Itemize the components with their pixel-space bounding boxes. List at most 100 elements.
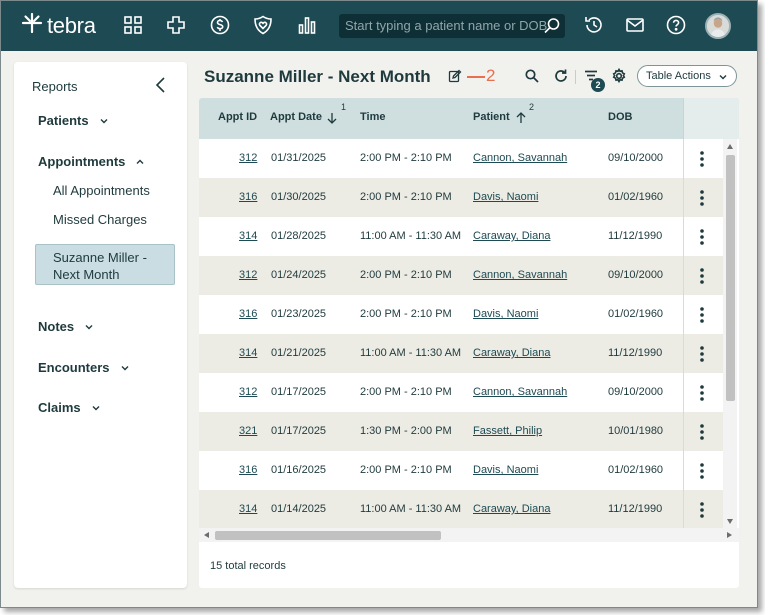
sidebar-title: Reports — [32, 79, 78, 94]
cell-patient[interactable]: Caraway, Diana — [473, 347, 550, 359]
sidebar-section-patients[interactable]: Patients — [38, 113, 109, 128]
cell-appt-id[interactable]: 314 — [239, 347, 257, 359]
search-icon[interactable] — [543, 17, 561, 35]
cell-patient[interactable]: Cannon, Savannah — [473, 269, 567, 281]
report-table: Appt ID Appt Date 1 Time Patient 2 DOB 3… — [199, 98, 739, 588]
avatar-image — [707, 15, 729, 37]
table-actions-dropdown[interactable]: Table Actions — [637, 65, 737, 87]
cell-dob: 11/12/1990 — [608, 503, 663, 515]
cell-appt-id[interactable]: 316 — [239, 191, 257, 203]
history-icon[interactable] — [583, 14, 605, 36]
plus-cross-icon[interactable] — [165, 14, 187, 36]
user-avatar[interactable] — [705, 13, 731, 39]
cell-appt-id[interactable]: 321 — [239, 425, 257, 437]
cell-appt-date: 01/16/2025 — [271, 464, 327, 476]
cell-appt-id[interactable]: 314 — [239, 503, 257, 515]
horizontal-scrollbar[interactable] — [199, 528, 739, 542]
search-table-button[interactable] — [524, 68, 540, 84]
bar-chart-icon[interactable] — [296, 14, 318, 36]
sidebar-section-label: Patients — [38, 113, 89, 128]
cell-dob: 01/02/1960 — [608, 464, 664, 476]
cell-patient[interactable]: Cannon, Savannah — [473, 152, 567, 164]
scroll-right-icon[interactable] — [725, 531, 733, 539]
cell-appt-id[interactable]: 312 — [239, 386, 257, 398]
search-placeholder: Start typing a patient name or DOB — [345, 18, 548, 33]
scroll-left-icon[interactable] — [203, 531, 211, 539]
table-header-row: Appt ID Appt Date 1 Time Patient 2 DOB — [199, 98, 739, 139]
sort-order-number: 2 — [529, 102, 535, 112]
sidebar-section-claims[interactable]: Claims — [38, 400, 101, 415]
grid-icon[interactable] — [122, 14, 144, 36]
cell-appt-id[interactable]: 316 — [239, 464, 257, 476]
annotation-callout-line — [467, 76, 485, 78]
sort-ascending-icon[interactable] — [515, 112, 527, 124]
edit-title-button[interactable] — [448, 69, 462, 83]
vertical-scrollbar-thumb[interactable] — [726, 155, 735, 401]
logo-text: tebra — [47, 12, 96, 38]
table-row: 314 01/21/2025 11:00 AM - 11:30 AM Caraway,… — [199, 334, 723, 373]
cell-appt-id[interactable]: 314 — [239, 230, 257, 242]
actions-column-header — [683, 98, 739, 139]
sidebar-section-label: Appointments — [38, 154, 126, 169]
cell-time: 2:00 PM - 2:10 PM — [360, 464, 452, 476]
horizontal-scrollbar-thumb[interactable] — [215, 531, 441, 540]
scroll-up-icon[interactable] — [726, 143, 734, 151]
sidebar-item-suzanne-miller-next-month[interactable]: Suzanne Miller - Next Month — [35, 244, 175, 285]
help-icon[interactable] — [665, 14, 687, 36]
cell-appt-date: 01/31/2025 — [271, 152, 327, 164]
cell-time: 1:30 PM - 2:00 PM — [360, 425, 452, 437]
column-header-dob[interactable]: DOB — [608, 111, 632, 123]
cell-patient[interactable]: Davis, Naomi — [473, 308, 538, 320]
refresh-button[interactable] — [553, 68, 569, 84]
reports-sidebar: Reports Patients Appointments All Appoin… — [14, 62, 187, 588]
cell-dob: 09/10/2000 — [608, 269, 664, 281]
cell-patient[interactable]: Cannon, Savannah — [473, 386, 567, 398]
actions-column — [683, 139, 723, 529]
cell-appt-id[interactable]: 312 — [239, 269, 257, 281]
sidebar-section-encounters[interactable]: Encounters — [38, 360, 130, 375]
column-header-patient[interactable]: Patient — [473, 111, 510, 123]
mail-icon[interactable] — [624, 14, 646, 36]
total-records-count: 15 total records — [210, 560, 286, 572]
cell-patient[interactable]: Caraway, Diana — [473, 503, 550, 515]
cell-appt-id[interactable]: 316 — [239, 308, 257, 320]
cell-patient[interactable]: Caraway, Diana — [473, 230, 550, 242]
table-row: 312 01/31/2025 2:00 PM - 2:10 PM Cannon, Sa… — [199, 139, 723, 178]
sort-order-number: 1 — [341, 102, 347, 112]
cell-appt-date: 01/24/2025 — [271, 269, 327, 281]
column-header-appt-date[interactable]: Appt Date — [270, 111, 322, 123]
sidebar-section-label: Claims — [38, 400, 81, 415]
top-navigation-bar: tebra Start typing a patient name or DOB — [1, 1, 757, 51]
sidebar-item-missed-charges[interactable]: Missed Charges — [53, 212, 147, 227]
tebra-logo[interactable]: tebra — [21, 12, 96, 39]
cell-patient[interactable]: Davis, Naomi — [473, 191, 538, 203]
cell-appt-date: 01/17/2025 — [271, 386, 327, 398]
table-row: 314 01/14/2025 11:00 AM - 11:30 AM Caraway,… — [199, 490, 723, 529]
cell-appt-id[interactable]: 312 — [239, 152, 257, 164]
sidebar-item-all-appointments[interactable]: All Appointments — [53, 183, 150, 198]
cell-patient[interactable]: Fassett, Philip — [473, 425, 542, 437]
cell-patient[interactable]: Davis, Naomi — [473, 464, 538, 476]
cell-appt-date: 01/14/2025 — [271, 503, 327, 515]
dollar-icon[interactable] — [209, 14, 231, 36]
cell-time: 2:00 PM - 2:10 PM — [360, 308, 452, 320]
logo-mark-icon — [21, 12, 43, 39]
column-header-appt-id[interactable]: Appt ID — [218, 111, 257, 123]
column-header-time[interactable]: Time — [360, 111, 385, 123]
cell-time: 2:00 PM - 2:10 PM — [360, 269, 452, 281]
scroll-down-icon[interactable] — [726, 517, 734, 525]
cell-dob: 09/10/2000 — [608, 152, 664, 164]
sidebar-section-appointments[interactable]: Appointments — [38, 154, 145, 169]
collapse-sidebar-button[interactable] — [153, 75, 169, 95]
patient-search-input[interactable]: Start typing a patient name or DOB — [339, 14, 565, 38]
heart-shield-icon[interactable] — [252, 14, 274, 36]
sidebar-active-label-line2: Next Month — [53, 267, 120, 282]
cell-appt-date: 01/23/2025 — [271, 308, 327, 320]
vertical-scrollbar[interactable] — [723, 139, 737, 529]
cell-time: 2:00 PM - 2:10 PM — [360, 152, 452, 164]
sort-descending-icon[interactable] — [326, 112, 338, 124]
cell-appt-date: 01/28/2025 — [271, 230, 327, 242]
annotation-callout-number: 2 — [486, 66, 496, 85]
settings-button[interactable] — [611, 67, 627, 84]
sidebar-section-notes[interactable]: Notes — [38, 319, 94, 334]
